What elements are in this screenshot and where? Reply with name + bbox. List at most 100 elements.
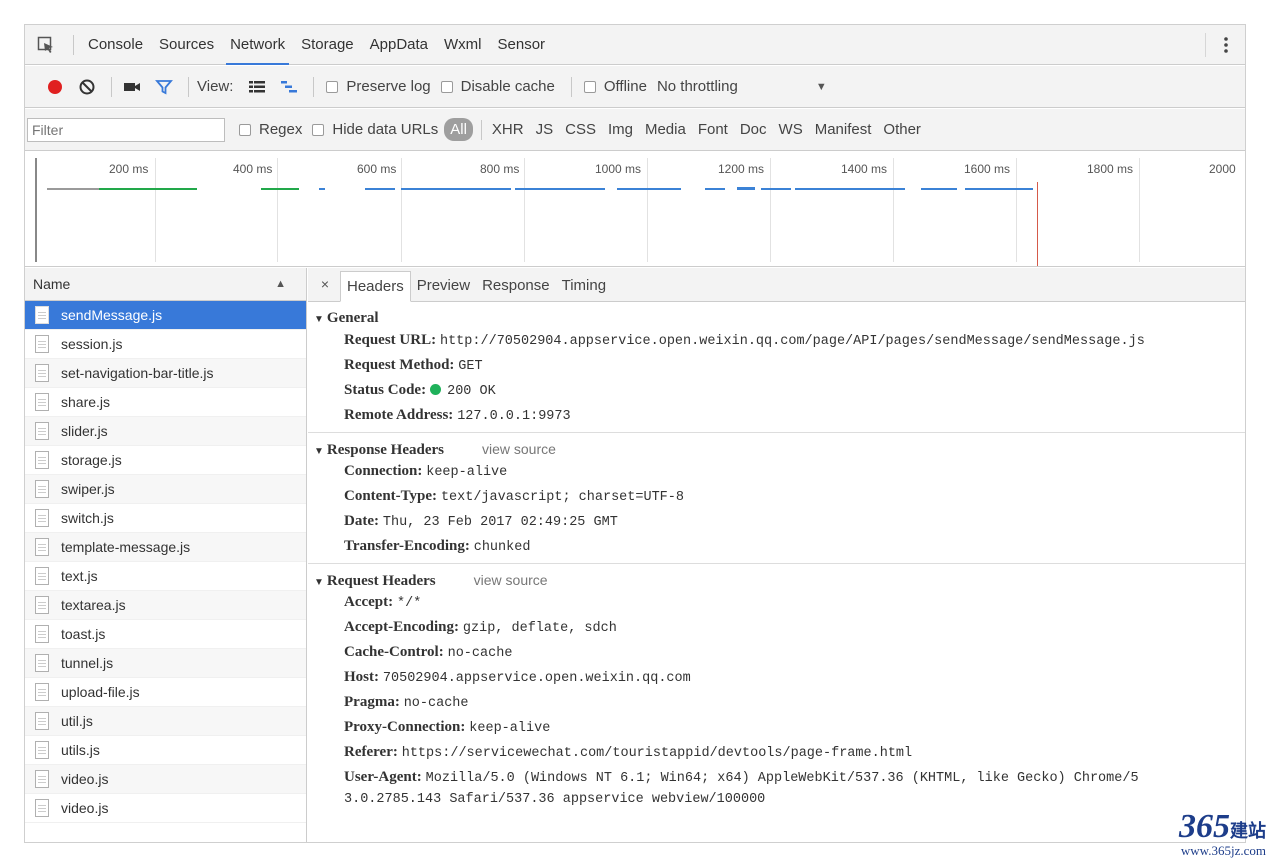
- list-item[interactable]: slider.js: [25, 417, 306, 446]
- filter-type-ws[interactable]: WS: [773, 121, 809, 138]
- tab-network[interactable]: Network: [222, 25, 293, 65]
- header-value: keep-alive: [469, 721, 551, 736]
- section-title: General: [326, 310, 379, 326]
- list-item[interactable]: storage.js: [25, 446, 306, 475]
- list-item[interactable]: tunnel.js: [25, 649, 306, 678]
- header-key: Date:: [344, 513, 379, 529]
- tab-console[interactable]: Console: [80, 25, 151, 65]
- tab-response[interactable]: Response: [476, 271, 556, 301]
- overview-bar: [261, 188, 299, 190]
- overview-bar: [921, 188, 957, 190]
- filter-type-other[interactable]: Other: [877, 121, 927, 138]
- file-icon: [35, 335, 49, 353]
- list-item[interactable]: toast.js: [25, 620, 306, 649]
- network-overview[interactable]: 200 ms 400 ms 600 ms 800 ms 1000 ms 1200…: [25, 152, 1245, 267]
- more-vertical-icon[interactable]: [1205, 32, 1245, 57]
- filter-icon[interactable]: [150, 73, 178, 101]
- list-item[interactable]: upload-file.js: [25, 678, 306, 707]
- overview-gridline: [1016, 158, 1017, 262]
- header-value: Thu, 23 Feb 2017 02:49:25 GMT: [382, 515, 618, 530]
- filter-type-doc[interactable]: Doc: [734, 121, 773, 138]
- filter-type-js[interactable]: JS: [530, 121, 560, 138]
- hide-data-urls-checkbox[interactable]: Hide data URLs: [312, 121, 438, 138]
- file-icon: [35, 683, 49, 701]
- tab-wxml[interactable]: Wxml: [436, 25, 490, 65]
- watermark-number: 365: [1179, 808, 1230, 845]
- list-item[interactable]: textarea.js: [25, 591, 306, 620]
- waterfall-view-icon[interactable]: [275, 73, 303, 101]
- devtools-window: Console Sources Network Storage AppData …: [24, 24, 1246, 843]
- list-item[interactable]: switch.js: [25, 504, 306, 533]
- tab-sensor[interactable]: Sensor: [490, 25, 554, 65]
- list-item[interactable]: utils.js: [25, 736, 306, 765]
- overview-left-handle[interactable]: [35, 158, 37, 262]
- file-icon: [35, 712, 49, 730]
- file-icon: [35, 799, 49, 817]
- record-icon[interactable]: [41, 73, 69, 101]
- inspect-element-icon[interactable]: [25, 25, 67, 65]
- request-headers-header[interactable]: ▼ Request Headers view source: [308, 570, 1245, 590]
- file-icon: [35, 393, 49, 411]
- filter-type-css[interactable]: CSS: [559, 121, 602, 138]
- regex-checkbox[interactable]: Regex: [239, 121, 302, 138]
- header-row: Remote Address: 127.0.0.1:9973: [308, 403, 1245, 428]
- list-item[interactable]: text.js: [25, 562, 306, 591]
- checkbox-box[interactable]: [440, 80, 453, 93]
- tab-appdata[interactable]: AppData: [362, 25, 436, 65]
- sort-ascending-icon[interactable]: ▲: [275, 278, 286, 290]
- checkbox-box[interactable]: [583, 80, 596, 93]
- name-column-header[interactable]: Name ▲: [25, 268, 306, 301]
- list-item[interactable]: set-navigation-bar-title.js: [25, 359, 306, 388]
- close-icon[interactable]: ×: [314, 268, 336, 301]
- disable-cache-checkbox[interactable]: Disable cache: [440, 78, 555, 95]
- header-value: http://70502904.appservice.open.weixin.q…: [439, 334, 1145, 349]
- list-item[interactable]: swiper.js: [25, 475, 306, 504]
- chevron-down-icon: ▼: [815, 80, 827, 93]
- tab-headers[interactable]: Headers: [340, 271, 411, 302]
- list-item[interactable]: template-message.js: [25, 533, 306, 562]
- list-view-icon[interactable]: [243, 73, 271, 101]
- file-name: text.js: [61, 568, 98, 584]
- tab-storage[interactable]: Storage: [293, 25, 362, 65]
- checkbox-box[interactable]: [326, 80, 339, 93]
- site-watermark: 365建站 www.365jz.com: [1179, 808, 1266, 859]
- filter-type-manifest[interactable]: Manifest: [809, 121, 878, 138]
- name-column-label: Name: [33, 276, 71, 292]
- tab-timing[interactable]: Timing: [556, 271, 612, 301]
- list-item[interactable]: session.js: [25, 330, 306, 359]
- response-headers-header[interactable]: ▼ Response Headers view source: [308, 439, 1245, 459]
- checkbox-box[interactable]: [239, 123, 251, 136]
- filter-type-all[interactable]: All: [444, 118, 473, 141]
- camera-icon[interactable]: [118, 73, 146, 101]
- header-row: Accept: */*: [308, 590, 1245, 615]
- list-item[interactable]: video.js: [25, 765, 306, 794]
- view-source-link[interactable]: view source: [482, 441, 556, 457]
- filter-input[interactable]: [27, 117, 225, 142]
- header-key: Transfer-Encoding:: [344, 538, 470, 554]
- checkbox-box[interactable]: [312, 123, 325, 136]
- list-item[interactable]: sendMessage.js: [25, 301, 306, 330]
- overview-gridline: [155, 158, 156, 262]
- tab-sources[interactable]: Sources: [151, 25, 222, 65]
- overview-gridline: [277, 158, 278, 262]
- file-icon: [35, 596, 49, 614]
- triangle-down-icon: ▼: [314, 446, 324, 457]
- preserve-log-checkbox[interactable]: Preserve log: [326, 78, 431, 95]
- clear-icon[interactable]: [73, 73, 101, 101]
- overview-gridline: [1139, 158, 1140, 262]
- list-item[interactable]: video.js: [25, 794, 306, 823]
- list-item[interactable]: util.js: [25, 707, 306, 736]
- filter-type-img[interactable]: Img: [602, 121, 639, 138]
- general-section-header[interactable]: ▼ General: [308, 308, 1245, 328]
- overview-tick: 2000: [1209, 162, 1236, 176]
- overview-tick: 1600 ms: [964, 162, 1011, 176]
- throttling-select[interactable]: No throttling ▼: [657, 78, 827, 95]
- filter-type-media[interactable]: Media: [639, 121, 692, 138]
- filter-type-font[interactable]: Font: [692, 121, 734, 138]
- view-source-link[interactable]: view source: [474, 572, 548, 588]
- list-item[interactable]: share.js: [25, 388, 306, 417]
- filter-type-xhr[interactable]: XHR: [486, 121, 530, 138]
- header-row: Transfer-Encoding: chunked: [308, 534, 1245, 559]
- offline-checkbox[interactable]: Offline: [583, 78, 647, 95]
- tab-preview[interactable]: Preview: [411, 271, 476, 301]
